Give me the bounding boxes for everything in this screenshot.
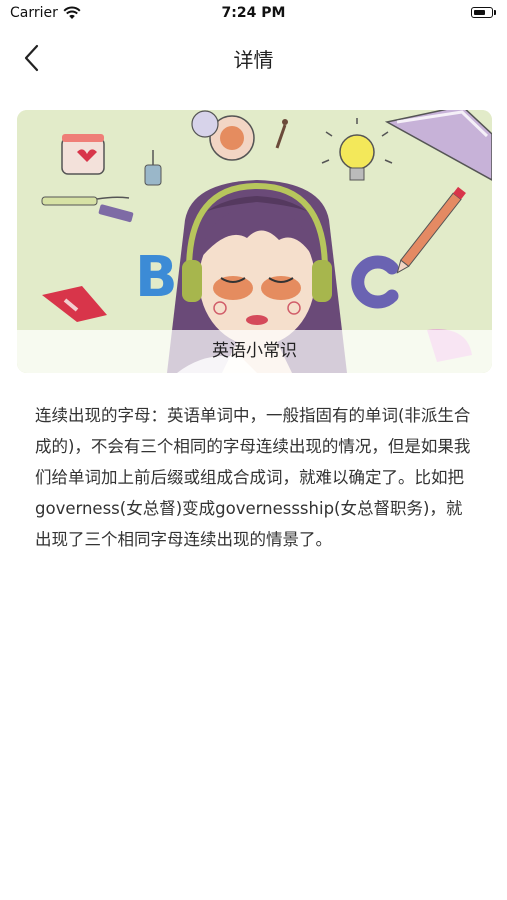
battery-level-fill bbox=[474, 10, 485, 15]
status-time: 7:24 PM bbox=[221, 5, 286, 21]
battery-tip bbox=[494, 10, 496, 15]
svg-text:B: B bbox=[135, 245, 178, 310]
banner-caption: 英语小常识 bbox=[17, 330, 492, 373]
navigation-bar: 详情 bbox=[0, 28, 507, 88]
status-bar: Carrier 7:24 PM bbox=[0, 0, 507, 28]
banner-card[interactable]: B 英语小常识 bbox=[17, 110, 492, 373]
article-body: 连续出现的字母：英语单词中，一般指固有的单词(非派生合成的)，不会有三个相同的字… bbox=[35, 406, 471, 549]
page-title: 详情 bbox=[233, 48, 274, 72]
battery-icon bbox=[471, 7, 493, 18]
